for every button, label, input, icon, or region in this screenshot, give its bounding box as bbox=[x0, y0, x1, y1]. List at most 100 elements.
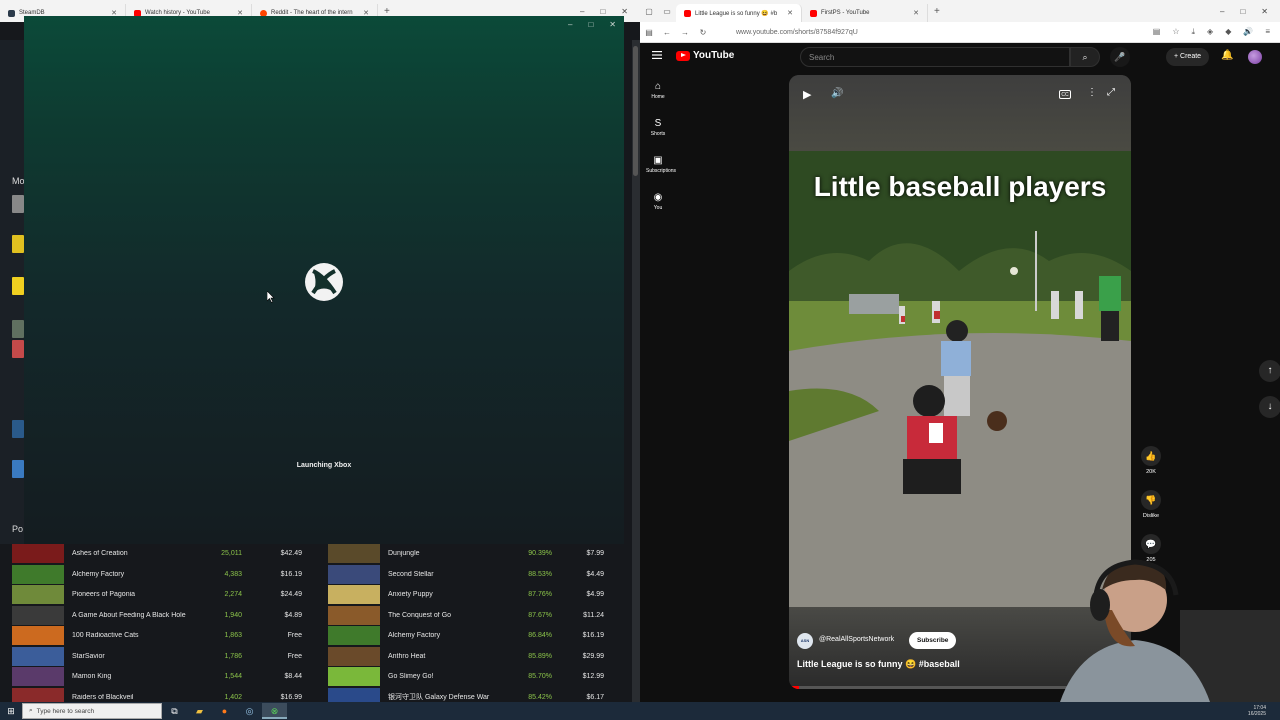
table-row[interactable]: A Game About Feeding A Black Hole 1,940 $4… bbox=[12, 605, 302, 625]
game-name[interactable]: Ashes of Creation bbox=[72, 550, 206, 557]
game-name[interactable]: Raiders of Blackveil bbox=[72, 694, 206, 701]
dislike-button[interactable]: 👎 Dislike bbox=[1139, 490, 1163, 519]
play-icon[interactable]: ▶ bbox=[803, 88, 811, 101]
game-thumbnail[interactable] bbox=[12, 320, 24, 338]
game-thumbnail[interactable] bbox=[12, 605, 64, 625]
table-row[interactable]: Go Slimey Go! 85.70% $12.99 bbox=[328, 667, 604, 686]
game-thumbnail[interactable] bbox=[328, 585, 380, 604]
captions-icon[interactable]: CC bbox=[1059, 90, 1071, 99]
back-icon[interactable]: ← bbox=[658, 28, 676, 37]
game-name[interactable]: Go Slimey Go! bbox=[388, 673, 508, 680]
game-thumbnail[interactable] bbox=[328, 646, 380, 666]
windows-start-icon[interactable]: ⊞ bbox=[0, 706, 22, 717]
table-row[interactable]: Second Stellar 88.53% $4.49 bbox=[328, 564, 604, 584]
hamburger-menu-icon[interactable] bbox=[652, 51, 662, 59]
video-caption[interactable]: Little League is so funny 😆 #baseball bbox=[797, 659, 960, 670]
downloads-icon[interactable]: ⤓ bbox=[1192, 27, 1196, 37]
task-view-icon[interactable]: ⧉ bbox=[162, 703, 187, 719]
avatar[interactable] bbox=[1248, 50, 1262, 64]
game-thumbnail[interactable] bbox=[12, 235, 24, 253]
close-icon[interactable]: ✕ bbox=[913, 9, 919, 17]
reload-icon[interactable]: ↻ bbox=[694, 28, 712, 37]
extension-icon[interactable]: ◈ bbox=[1207, 27, 1213, 37]
maximize-icon[interactable]: □ bbox=[1240, 7, 1245, 16]
game-thumbnail[interactable] bbox=[328, 544, 380, 563]
game-name[interactable]: Dunjungle bbox=[388, 550, 508, 557]
table-row[interactable]: StarSavior 1,786 Free bbox=[12, 646, 302, 666]
minimize-icon[interactable]: – bbox=[568, 20, 572, 29]
like-button[interactable]: 👍 20K bbox=[1139, 446, 1163, 475]
game-thumbnail[interactable] bbox=[12, 420, 24, 438]
new-tab-button[interactable]: + bbox=[378, 6, 396, 17]
game-thumbnail[interactable] bbox=[12, 460, 24, 478]
nav-item-shorts[interactable]: S Shorts bbox=[646, 118, 670, 137]
minimize-icon[interactable]: – bbox=[1220, 7, 1224, 16]
game-thumbnail[interactable] bbox=[12, 626, 64, 645]
scrollbar[interactable] bbox=[632, 40, 640, 702]
tab-firstps[interactable]: FirstPS - YouTube ✕ bbox=[802, 4, 928, 22]
vertical-tabs-icon[interactable]: ▭ bbox=[658, 7, 676, 16]
scrollbar-thumb[interactable] bbox=[633, 46, 638, 176]
search-input[interactable]: Search bbox=[800, 47, 1070, 67]
game-name[interactable]: Alchemy Factory bbox=[388, 632, 508, 639]
game-thumbnail[interactable] bbox=[328, 667, 380, 686]
table-row[interactable]: Alchemy Factory 4,383 $16.19 bbox=[12, 564, 302, 584]
game-name[interactable]: A Game About Feeding A Black Hole bbox=[72, 612, 206, 619]
nav-item-you[interactable]: ◉ You bbox=[646, 192, 670, 211]
table-row[interactable]: Dunjungle 90.39% $7.99 bbox=[328, 544, 604, 563]
bookmark-icon[interactable]: ☆ bbox=[1172, 27, 1179, 37]
game-name[interactable]: 100 Radioactive Cats bbox=[72, 632, 206, 639]
menu-icon[interactable]: ≡ bbox=[1265, 27, 1270, 37]
game-name[interactable]: Anxiety Puppy bbox=[388, 591, 508, 598]
new-tab-button[interactable]: + bbox=[928, 6, 946, 17]
table-row[interactable]: Anxiety Puppy 87.76% $4.99 bbox=[328, 585, 604, 604]
xbox-app-icon[interactable]: ⊗ bbox=[262, 703, 287, 719]
table-row[interactable]: Ashes of Creation 25,011 $42.49 bbox=[12, 544, 302, 563]
close-icon[interactable]: ✕ bbox=[787, 9, 793, 17]
game-thumbnail[interactable] bbox=[328, 626, 380, 645]
file-explorer-icon[interactable]: ▰ bbox=[187, 703, 212, 719]
sidebar-icon[interactable]: ▤ bbox=[640, 28, 658, 37]
previous-short-button[interactable]: ↑ bbox=[1259, 360, 1280, 382]
game-name[interactable]: Alchemy Factory bbox=[72, 571, 206, 578]
table-row[interactable]: 100 Radioactive Cats 1,863 Free bbox=[12, 626, 302, 645]
table-row[interactable]: Anthro Heat 85.89% $29.99 bbox=[328, 646, 604, 666]
close-icon[interactable]: ✕ bbox=[609, 20, 616, 29]
taskbar-search-input[interactable]: ⌕ Type here to search bbox=[22, 703, 162, 719]
forward-icon[interactable]: → bbox=[676, 28, 694, 37]
game-thumbnail[interactable] bbox=[12, 195, 24, 213]
firefox-icon[interactable]: ● bbox=[212, 703, 237, 719]
volume-icon[interactable]: 🔊 bbox=[831, 88, 843, 99]
game-thumbnail[interactable] bbox=[12, 564, 64, 584]
game-thumbnail[interactable] bbox=[12, 340, 24, 358]
system-clock[interactable]: 17:04 16/2025 bbox=[1248, 705, 1280, 717]
game-thumbnail[interactable] bbox=[12, 646, 64, 666]
url-field[interactable]: www.youtube.com/shorts/87584f927qU bbox=[736, 29, 858, 36]
steam-icon[interactable]: ◎ bbox=[237, 703, 262, 719]
shield-icon[interactable]: ◆ bbox=[1225, 27, 1231, 37]
table-row[interactable]: Mamon King 1,544 $8.44 bbox=[12, 667, 302, 686]
create-button[interactable]: + Create bbox=[1166, 48, 1210, 66]
voice-search-button[interactable]: 🎤 bbox=[1110, 47, 1130, 67]
channel-name[interactable]: @RealAllSportsNetwork bbox=[819, 636, 894, 643]
game-name[interactable]: Pioneers of Pagonia bbox=[72, 591, 206, 598]
close-icon[interactable]: ✕ bbox=[621, 7, 628, 16]
game-name[interactable]: StarSavior bbox=[72, 653, 206, 660]
game-name[interactable]: 银河守卫队 Galaxy Defense War bbox=[388, 692, 508, 702]
game-name[interactable]: Anthro Heat bbox=[388, 653, 508, 660]
reader-icon[interactable]: ▤ bbox=[1153, 27, 1161, 37]
tab-little-league-short[interactable]: Little League is so funny 😆 #b ✕ bbox=[676, 4, 802, 22]
table-row[interactable]: Alchemy Factory 86.84% $16.19 bbox=[328, 626, 604, 645]
game-name[interactable]: Mamon King bbox=[72, 673, 206, 680]
sound-icon[interactable]: 🔊 bbox=[1243, 27, 1253, 37]
table-row[interactable]: The Conquest of Go 87.67% $11.24 bbox=[328, 605, 604, 625]
minimize-icon[interactable]: – bbox=[580, 7, 584, 16]
close-icon[interactable]: ✕ bbox=[1261, 7, 1268, 16]
subscribe-button[interactable]: Subscribe bbox=[909, 632, 957, 649]
game-name[interactable]: Second Stellar bbox=[388, 571, 508, 578]
search-button[interactable]: ⌕ bbox=[1070, 47, 1100, 67]
game-thumbnail[interactable] bbox=[328, 605, 380, 625]
tab-actions-icon[interactable]: ▢ bbox=[640, 7, 658, 16]
notifications-bell-icon[interactable]: 🔔 bbox=[1221, 50, 1233, 61]
game-name[interactable]: The Conquest of Go bbox=[388, 612, 508, 619]
